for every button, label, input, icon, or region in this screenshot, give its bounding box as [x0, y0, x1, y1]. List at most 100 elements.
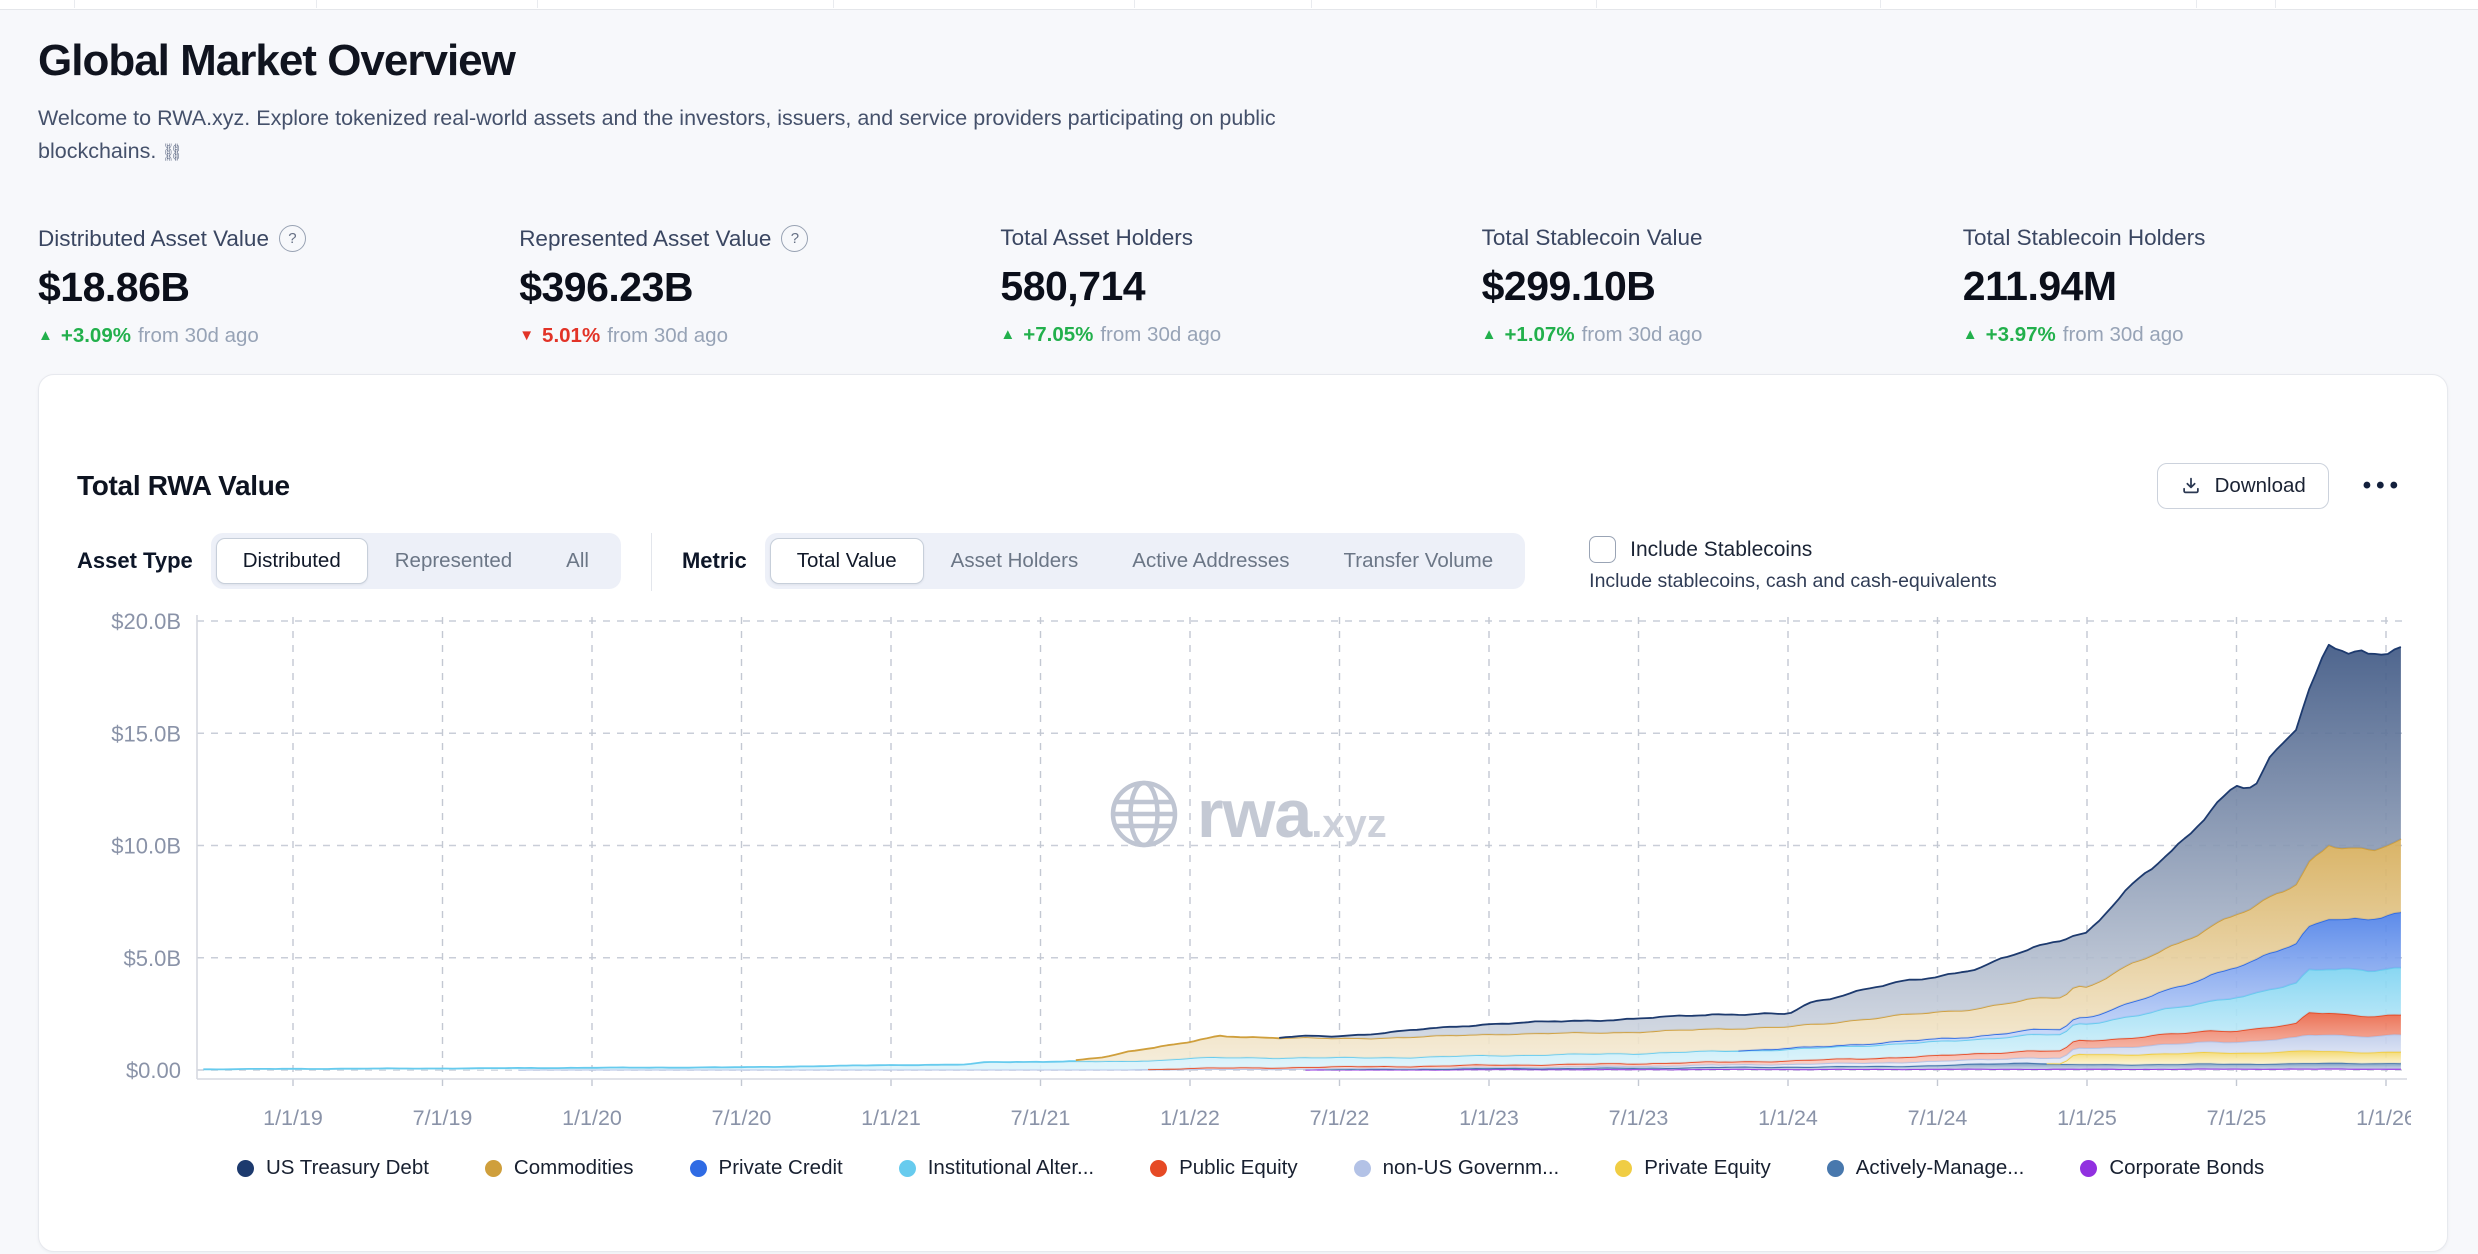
chart-area: $20.0B$15.0B$10.0B$5.0B$0.001/1/197/1/19…	[77, 593, 2409, 1138]
stat-delta: ▲+3.09%from 30d ago	[38, 324, 519, 348]
legend-label: Corporate Bonds	[2109, 1156, 2264, 1180]
help-icon[interactable]: ?	[781, 225, 808, 252]
y-axis-label: $15.0B	[111, 721, 181, 746]
stat-label: Total Asset Holders	[1000, 225, 1193, 251]
x-axis-label: 1/1/23	[1459, 1106, 1519, 1130]
x-axis-label: 7/1/19	[413, 1106, 473, 1130]
stat-label: Distributed Asset Value	[38, 226, 269, 252]
x-axis-label: 1/1/22	[1160, 1106, 1220, 1130]
stat-label: Total Stablecoin Holders	[1963, 225, 2206, 251]
y-axis-label: $10.0B	[111, 834, 181, 859]
legend-item-corporate-bonds[interactable]: Corporate Bonds	[2080, 1156, 2264, 1180]
download-label: Download	[2215, 474, 2306, 498]
legend-label: Actively-Manage...	[1856, 1156, 2025, 1180]
stat-card-total-stablecoin-holders: Total Stablecoin Holders ? 211.94M ▲+3.9…	[1963, 225, 2444, 348]
stat-value: $299.10B	[1482, 263, 1963, 310]
x-axis-label: 1/1/21	[861, 1106, 921, 1130]
metric-option-total-value[interactable]: Total Value	[770, 538, 924, 584]
legend-label: Private Credit	[719, 1156, 843, 1180]
chart-controls: Asset Type DistributedRepresentedAll Met…	[77, 533, 2409, 593]
legend-item-actively-manage[interactable]: Actively-Manage...	[1827, 1156, 2025, 1180]
stat-card-total-stablecoin-value: Total Stablecoin Value ? $299.10B ▲+1.07…	[1482, 225, 1963, 348]
y-axis-label: $0.00	[126, 1058, 181, 1083]
stat-delta: ▲+3.97%from 30d ago	[1963, 323, 2444, 347]
download-icon	[2180, 475, 2202, 497]
chart-legend: US Treasury Debt Commodities Private Credi…	[237, 1156, 2427, 1180]
page-title: Global Market Overview	[38, 36, 2440, 86]
asset-type-option-distributed[interactable]: Distributed	[216, 538, 368, 584]
asset-type-segmented-control: DistributedRepresentedAll	[211, 533, 621, 589]
legend-label: non-US Governm...	[1383, 1156, 1560, 1180]
stat-delta: ▼5.01%from 30d ago	[519, 324, 1000, 348]
stat-delta: ▲+7.05%from 30d ago	[1000, 323, 1481, 347]
legend-dot	[1150, 1160, 1167, 1177]
x-axis-label: 7/1/25	[2207, 1106, 2267, 1130]
x-axis-label: 1/1/24	[1758, 1106, 1818, 1130]
more-options-button[interactable]: •••	[2357, 472, 2409, 500]
cutoff-table-edge	[0, 0, 2478, 10]
y-axis-label: $5.0B	[124, 946, 182, 971]
metric-option-asset-holders[interactable]: Asset Holders	[924, 538, 1106, 584]
x-axis-label: 1/1/19	[263, 1106, 323, 1130]
legend-label: Public Equity	[1179, 1156, 1298, 1180]
asset-type-label: Asset Type	[77, 548, 193, 574]
stat-delta: ▲+1.07%from 30d ago	[1482, 323, 1963, 347]
metric-option-active-addresses[interactable]: Active Addresses	[1105, 538, 1316, 584]
x-axis-label: 7/1/23	[1609, 1106, 1669, 1130]
legend-item-us-treasury-debt[interactable]: US Treasury Debt	[237, 1156, 429, 1180]
stat-label: Total Stablecoin Value	[1482, 225, 1703, 251]
x-axis-label: 1/1/20	[562, 1106, 622, 1130]
legend-item-private-equity[interactable]: Private Equity	[1615, 1156, 1770, 1180]
legend-label: US Treasury Debt	[266, 1156, 429, 1180]
global-market-overview-page: Global Market Overview Welcome to RWA.xy…	[0, 10, 2478, 1252]
trend-arrow-icon: ▲	[1963, 326, 1978, 343]
trend-arrow-icon: ▲	[1000, 326, 1015, 343]
controls-divider	[651, 533, 652, 591]
metric-segmented-control: Total ValueAsset HoldersActive Addresses…	[765, 533, 1525, 589]
stat-card-total-asset-holders: Total Asset Holders ? 580,714 ▲+7.05%fro…	[1000, 225, 1481, 348]
include-stablecoins-label: Include Stablecoins	[1630, 538, 1812, 562]
stat-card-represented-asset-value: Represented Asset Value ? $396.23B ▼5.01…	[519, 225, 1000, 348]
legend-dot	[1354, 1160, 1371, 1177]
legend-dot	[899, 1160, 916, 1177]
stat-value: $18.86B	[38, 264, 519, 311]
legend-dot	[690, 1160, 707, 1177]
legend-dot	[2080, 1160, 2097, 1177]
legend-item-institutional-alter[interactable]: Institutional Alter...	[899, 1156, 1094, 1180]
stacked-area-chart-canvas[interactable]: $20.0B$15.0B$10.0B$5.0B$0.001/1/197/1/19…	[77, 593, 2411, 1138]
legend-dot	[1615, 1160, 1632, 1177]
trend-arrow-icon: ▼	[519, 327, 534, 344]
include-stablecoins-description: Include stablecoins, cash and cash-equiv…	[1589, 570, 1997, 593]
legend-item-private-credit[interactable]: Private Credit	[690, 1156, 843, 1180]
stat-label: Represented Asset Value	[519, 226, 771, 252]
stat-value: 580,714	[1000, 263, 1481, 310]
x-axis-label: 7/1/22	[1310, 1106, 1370, 1130]
legend-dot	[237, 1160, 254, 1177]
legend-label: Commodities	[514, 1156, 634, 1180]
x-axis-label: 7/1/21	[1011, 1106, 1071, 1130]
legend-item-public-equity[interactable]: Public Equity	[1150, 1156, 1298, 1180]
download-button[interactable]: Download	[2157, 463, 2329, 509]
metric-label: Metric	[682, 548, 747, 574]
asset-type-option-all[interactable]: All	[539, 538, 616, 584]
total-rwa-value-card: Total RWA Value Download ••• Asset Type …	[38, 374, 2448, 1252]
asset-type-group: Asset Type DistributedRepresentedAll	[77, 533, 621, 589]
help-icon[interactable]: ?	[279, 225, 306, 252]
stats-row: Distributed Asset Value ? $18.86B ▲+3.09…	[38, 225, 2444, 348]
legend-dot	[1827, 1160, 1844, 1177]
x-axis-label: 1/1/25	[2057, 1106, 2117, 1130]
chart-title: Total RWA Value	[77, 470, 290, 502]
asset-type-option-represented[interactable]: Represented	[368, 538, 539, 584]
page-subtitle: Welcome to RWA.xyz. Explore tokenized re…	[38, 102, 1313, 169]
legend-item-commodities[interactable]: Commodities	[485, 1156, 634, 1180]
stat-card-distributed-asset-value: Distributed Asset Value ? $18.86B ▲+3.09…	[38, 225, 519, 348]
legend-label: Private Equity	[1644, 1156, 1770, 1180]
legend-item-non-us-governm[interactable]: non-US Governm...	[1354, 1156, 1560, 1180]
x-axis-label: 1/1/26	[2356, 1106, 2411, 1130]
include-stablecoins-group: Include Stablecoins Include stablecoins,…	[1589, 533, 1997, 593]
stat-value: 211.94M	[1963, 263, 2444, 310]
include-stablecoins-checkbox[interactable]	[1589, 536, 1616, 563]
metric-option-transfer-volume[interactable]: Transfer Volume	[1317, 538, 1521, 584]
x-axis-label: 7/1/20	[712, 1106, 772, 1130]
trend-arrow-icon: ▲	[38, 327, 53, 344]
